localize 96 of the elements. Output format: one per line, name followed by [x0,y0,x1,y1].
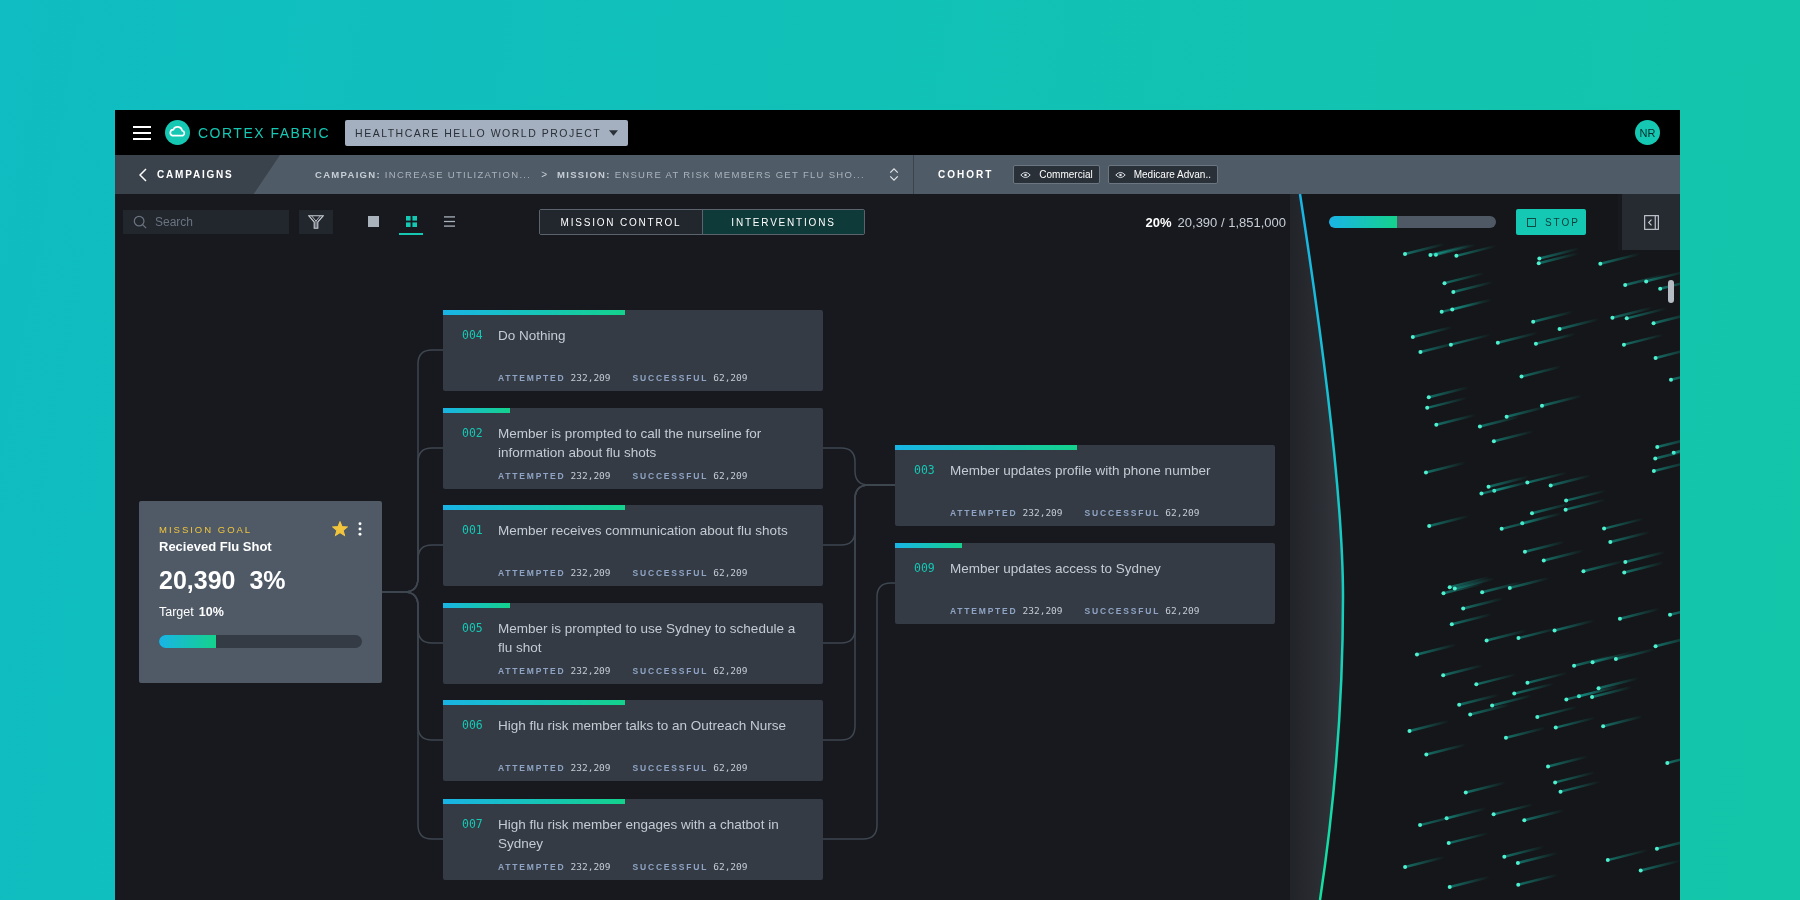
stat-label: SUCCESSFUL [632,373,709,383]
intervention-card[interactable]: 007 High flu risk member engages with a chatbot in Sydney ATTEMPTED 232,209 SUCCESSFUL 62,209 [443,799,823,880]
progress-percent: 20% [1145,214,1172,230]
stat-value: 232,209 [570,861,611,872]
cohort-chip[interactable]: Medicare Advan.. [1107,165,1218,184]
goal-title: Recieved Flu Shot [159,539,273,554]
intervention-id: 005 [462,620,484,637]
grid-icon [405,215,417,227]
stat-value: 232,209 [1022,605,1063,616]
stat-label: SUCCESSFUL [632,862,709,872]
intervention-title: Member receives communication about flu shots [498,522,789,540]
target-label: Target [159,605,194,619]
intervention-id: 009 [914,560,936,577]
stat-value: 62,209 [713,470,748,481]
view-tab[interactable]: INTERVENTIONS [702,210,864,234]
stat-value: 62,209 [713,861,748,872]
caret-icon [609,129,619,136]
stat-label: ATTEMPTED [498,666,566,676]
stat-value: 232,209 [570,665,611,676]
stat-label: ATTEMPTED [498,862,566,872]
filter-icon [308,214,324,230]
project-dropdown[interactable]: HEALTHCARE HELLO WORLD PROJECT [345,119,629,146]
intervention-card[interactable]: 009 Member updates access to Sydney ATTEMPTED 232,209 SUCCESSFUL 62,209 [895,543,1275,624]
cohort-label: COHORT [938,169,994,180]
view-tab[interactable]: MISSION CONTROL [540,210,702,234]
breadcrumb-item[interactable]: MISSION: ENSURE AT RISK MEMBERS GET FLU SHO... [557,169,865,180]
stat-label: SUCCESSFUL [632,568,709,578]
cloud-logo-icon [165,120,190,145]
eye-icon [1020,170,1032,179]
scrollbar-thumb[interactable] [1668,280,1674,303]
stat-label: SUCCESSFUL [1084,508,1161,518]
intervention-id: 004 [462,327,484,344]
eye-icon [1114,170,1126,179]
intervention-id: 007 [462,816,484,833]
stat-label: ATTEMPTED [498,471,566,481]
collapse-panel-icon[interactable] [1643,214,1659,230]
cohort-chip[interactable]: Commercial [1013,165,1100,184]
brand-name: CORTEX FABRIC [198,124,331,141]
stat-label: SUCCESSFUL [632,471,709,481]
stat-label: ATTEMPTED [950,606,1018,616]
stat-value: 232,209 [570,470,611,481]
goal-percent: 3% [249,566,286,595]
filter-button[interactable] [299,210,333,234]
stat-label: ATTEMPTED [498,763,566,773]
stat-value: 62,209 [1165,605,1200,616]
square-icon [367,215,379,227]
intervention-title: High flu risk member engages with a chatbot in Sydney [498,816,780,853]
stat-value: 62,209 [713,762,748,773]
stat-label: ATTEMPTED [498,373,566,383]
intervention-card[interactable]: 001 Member receives communication about flu shots ATTEMPTED 232,209 SUCCESSFUL 62,209 [443,505,823,586]
intervention-card[interactable]: 004 Do Nothing ATTEMPTED 232,209 SUCCESSFUL 62,209 [443,310,823,391]
intervention-title: Member updates access to Sydney [950,560,1162,578]
stat-label: ATTEMPTED [498,568,566,578]
stat-value: 62,209 [713,665,748,676]
stat-label: ATTEMPTED [950,508,1018,518]
intervention-id: 001 [462,522,484,539]
search-icon [133,215,147,229]
stat-label: SUCCESSFUL [1084,606,1161,616]
intervention-title: Member is prompted to call the nurseline for information about flu shots [498,425,763,462]
intervention-card[interactable]: 002 Member is prompted to call the nurseline for information about flu shots ATTEMPTED 232,209 SUCCESSFUL 62,209 [443,408,823,489]
intervention-card[interactable]: 006 High flu risk member talks to an Outreach Nurse ATTEMPTED 232,209 SUCCESSFUL 62,209 [443,700,823,781]
progress-count: 20,390 / 1,851,000 [1177,214,1286,230]
stat-value: 62,209 [713,567,748,578]
more-options-icon[interactable] [358,522,362,536]
intervention-id: 006 [462,717,484,734]
target-value: 10% [198,605,224,619]
stop-icon [1527,216,1536,228]
stat-value: 232,209 [570,372,611,383]
stat-label: SUCCESSFUL [632,666,709,676]
intervention-title: Do Nothing [498,327,567,345]
stat-value: 232,209 [570,762,611,773]
intervention-card[interactable]: 005 Member is prompted to use Sydney to schedule a flu shot ATTEMPTED 232,209 SUCCESSFUL 62,209 [443,603,823,684]
stop-button[interactable]: STOP [1516,209,1586,235]
star-icon[interactable] [332,521,348,537]
intervention-title: High flu risk member talks to an Outreach Nurse [498,717,788,735]
breadcrumb-item[interactable]: CAMPAIGN: INCREASE UTILIZATION... [315,169,532,180]
menu-icon[interactable] [133,125,151,140]
user-avatar[interactable]: NR [1635,120,1660,145]
goal-heading: MISSION GOAL [159,523,254,535]
stat-value: 62,209 [713,372,748,383]
goal-value: 20,390 [159,566,236,595]
intervention-id: 002 [462,425,484,442]
breadcrumb-separator: > [541,169,548,180]
stat-value: 232,209 [1022,507,1063,518]
intervention-title: Member is prompted to use Sydney to schedule a flu shot [498,620,797,657]
stat-value: 232,209 [570,567,611,578]
stat-value: 62,209 [1165,507,1200,518]
list-icon [443,215,455,227]
chevron-left-icon [139,167,147,182]
intervention-card[interactable]: 003 Member updates profile with phone number ATTEMPTED 232,209 SUCCESSFUL 62,209 [895,445,1275,526]
search-field[interactable]: Search [123,210,289,234]
stat-label: SUCCESSFUL [632,763,709,773]
back-button[interactable]: CAMPAIGNS [115,155,280,194]
up-down-chevron-icon[interactable] [889,167,899,182]
intervention-id: 003 [914,462,936,479]
intervention-title: Member updates profile with phone number [950,462,1212,480]
